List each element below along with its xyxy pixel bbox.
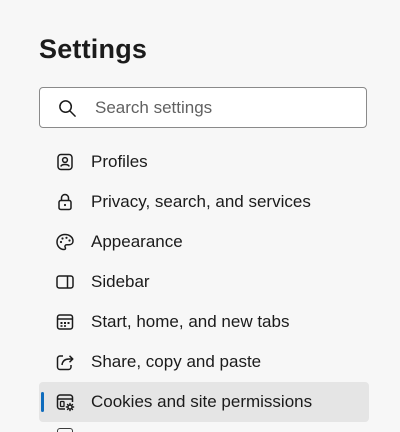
nav-item-label: Profiles (91, 152, 148, 171)
next-item-icon-partial (57, 428, 73, 432)
search-box[interactable] (39, 87, 367, 128)
palette-icon (55, 232, 75, 252)
settings-nav: Profiles Privacy, search, and services A… (39, 142, 369, 422)
cookies-permissions-icon (55, 392, 75, 412)
nav-item-cookies[interactable]: Cookies and site permissions (39, 382, 369, 422)
nav-item-label: Start, home, and new tabs (91, 312, 290, 331)
settings-panel: Settings Profiles (0, 0, 400, 432)
nav-item-privacy[interactable]: Privacy, search, and services (39, 182, 369, 222)
nav-item-profiles[interactable]: Profiles (39, 142, 369, 182)
nav-item-sidebar[interactable]: Sidebar (39, 262, 369, 302)
page-title: Settings (39, 34, 148, 64)
nav-item-start-home[interactable]: Start, home, and new tabs (39, 302, 369, 342)
home-tabs-icon (55, 312, 75, 332)
nav-item-label: Privacy, search, and services (91, 192, 311, 211)
search-icon (58, 99, 77, 118)
nav-item-label: Cookies and site permissions (91, 392, 313, 411)
sidebar-icon (55, 272, 75, 292)
nav-item-share[interactable]: Share, copy and paste (39, 342, 369, 382)
nav-item-appearance[interactable]: Appearance (39, 222, 369, 262)
nav-item-label: Appearance (91, 232, 183, 251)
selection-indicator (41, 392, 44, 412)
lock-icon (55, 192, 75, 212)
share-icon (55, 352, 75, 372)
nav-item-label: Share, copy and paste (91, 352, 262, 371)
search-input[interactable] (95, 88, 355, 127)
nav-item-label: Sidebar (91, 272, 150, 291)
profile-icon (55, 152, 75, 172)
